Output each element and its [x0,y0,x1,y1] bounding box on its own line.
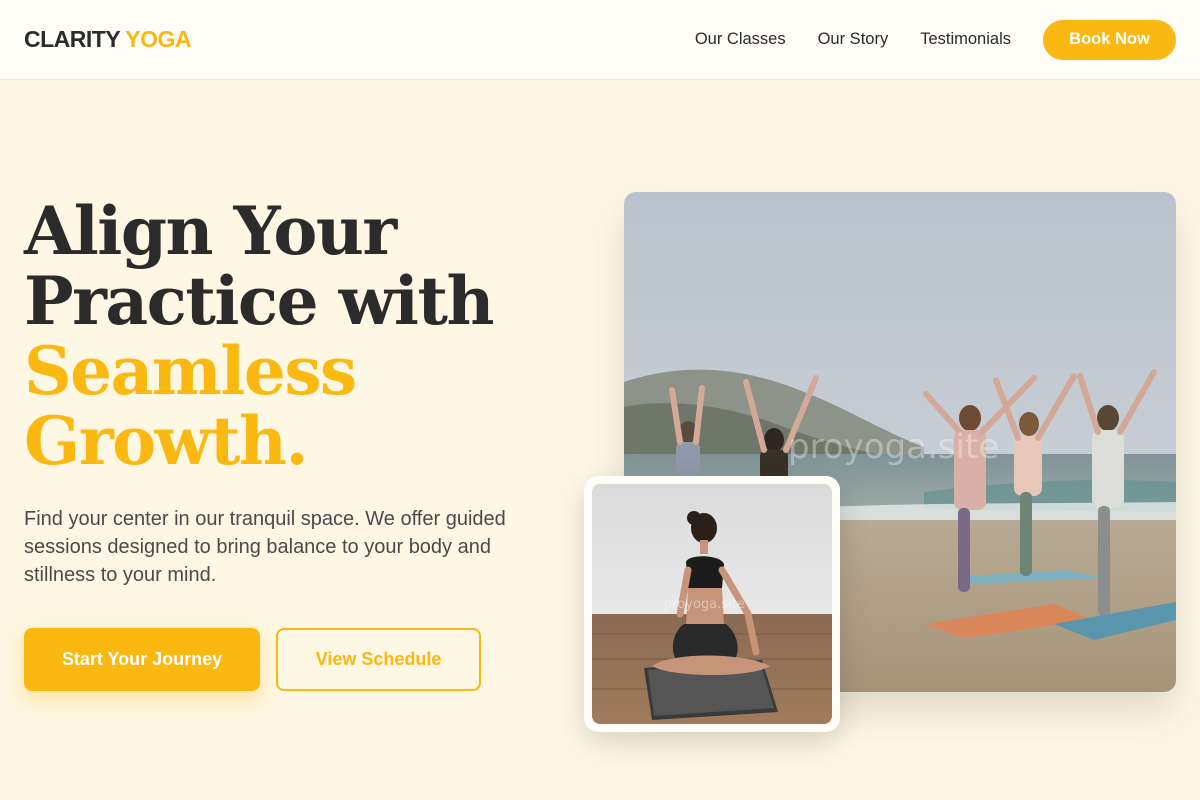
hero-headline: Align Your Practice with Seamless Growth… [24,196,584,476]
watermark-large: proyoga.site [788,427,999,467]
book-now-button[interactable]: Book Now [1043,19,1176,60]
headline-line-2: Practice with [24,262,494,340]
start-journey-button[interactable]: Start Your Journey [24,628,260,691]
brand-name-part1: CLARITY [24,26,120,52]
brand-name-part2: YOGA [125,26,191,52]
seated-yoga-image: proyoga.site [592,484,832,724]
headline-accent-1: Seamless [24,332,357,410]
seated-yoga-frame: proyoga.site [584,476,840,732]
brand-logo[interactable]: CLARITY YOGA [24,26,191,53]
watermark-small: proyoga.site [664,597,745,612]
nav-link-testimonials[interactable]: Testimonials [920,30,1011,49]
headline-line-1: Align Your [24,192,397,270]
headline-accent-2: Growth. [24,402,308,480]
hero-subtext: Find your center in our tranquil space. … [24,508,506,586]
nav-link-our-classes[interactable]: Our Classes [695,30,786,49]
nav-link-our-story[interactable]: Our Story [818,30,889,49]
main-nav: Our Classes Our Story Testimonials Book … [695,19,1176,60]
site-header: CLARITY YOGA Our Classes Our Story Testi… [0,0,1200,80]
view-schedule-button[interactable]: View Schedule [276,628,481,691]
